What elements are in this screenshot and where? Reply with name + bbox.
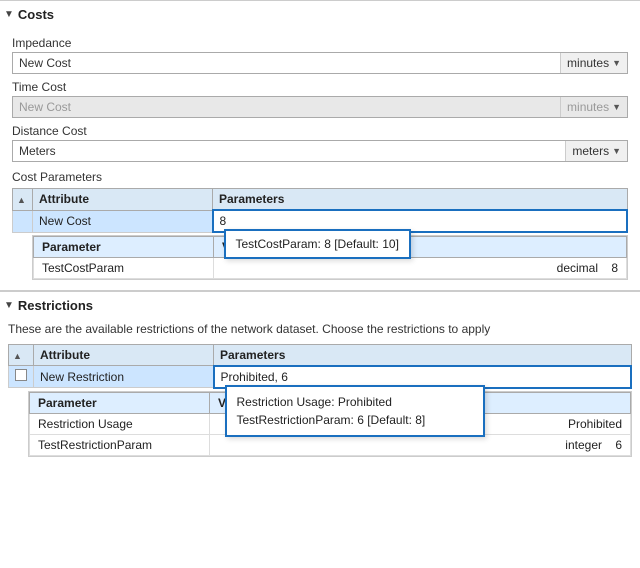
impedance-dropdown-arrow-icon: ▼ [612,58,621,68]
restrictions-tooltip-line2: TestRestrictionParam: 6 [Default: 8] [237,411,473,429]
restrictions-sub-parameter-2: TestRestrictionParam [30,434,210,455]
distance-cost-dropdown-arrow-icon: ▼ [612,146,621,156]
restrictions-description: These are the available restrictions of … [8,321,632,338]
restrictions-sub-parameter-1: Restriction Usage [30,413,210,434]
distance-cost-unit[interactable]: meters ▼ [565,141,627,161]
cost-col-parameters-header: Parameters [213,189,628,211]
restrictions-table-row[interactable]: New Restriction Prohibited, 6 Restrictio… [9,366,632,388]
restrictions-row-checkbox-cell[interactable] [9,366,34,388]
cost-sub-table-row: TestCostParam decimal 8 [34,258,627,279]
cost-col-attribute-header: Attribute [33,189,213,211]
time-cost-dropdown-arrow-icon: ▼ [612,102,621,112]
restrictions-tooltip-popup: Restriction Usage: Prohibited TestRestri… [225,385,485,437]
cost-params-table-wrapper: ▲ Attribute Parameters New Cost 8 [12,188,628,280]
restrictions-sub-value-2: integer 6 [210,434,631,455]
costs-section: ▼ Costs Impedance New Cost minutes ▼ Tim… [0,0,640,286]
costs-header[interactable]: ▼ Costs [0,0,640,26]
cost-tooltip-text: TestCostParam: 8 [Default: 10] [236,237,399,251]
restrictions-col-parameters-header: Parameters [214,344,632,366]
restrictions-chevron-icon: ▼ [4,300,14,311]
impedance-field-row: New Cost minutes ▼ [12,52,628,74]
costs-title: Costs [18,7,54,22]
restrictions-row-attribute: New Restriction [34,366,214,388]
time-cost-unit: minutes ▼ [560,97,627,117]
restrictions-body: These are the available restrictions of … [0,321,640,463]
cost-params-table: ▲ Attribute Parameters New Cost 8 [12,188,628,233]
cost-row-parameters[interactable]: 8 TestCostParam: 8 [Default: 10] [213,210,628,232]
costs-chevron-icon: ▼ [4,9,14,20]
restrictions-row-parameters[interactable]: Prohibited, 6 Restriction Usage: Prohibi… [214,366,632,388]
cost-table-row[interactable]: New Cost 8 TestCostParam: 8 [Default: 10… [13,210,628,232]
cost-sub-value: decimal 8 [214,258,627,279]
cost-row-attribute: New Cost [33,210,213,232]
restrictions-col-attribute-header: Attribute [34,344,214,366]
restrictions-header[interactable]: ▼ Restrictions [0,291,640,317]
restrictions-sort-col[interactable]: ▲ [9,344,34,366]
cost-parameters-label: Cost Parameters [12,170,628,184]
restrictions-tooltip-line1: Restriction Usage: Prohibited [237,393,473,411]
distance-cost-value[interactable]: Meters [13,141,565,161]
restrictions-title: Restrictions [18,298,93,313]
time-cost-field-row: New Cost minutes ▼ [12,96,628,118]
cost-sub-parameter: TestCostParam [34,258,214,279]
restrictions-row-checkbox[interactable] [15,369,27,381]
restrictions-table-wrapper: ▲ Attribute Parameters New Restriction P… [8,344,632,457]
time-cost-label: Time Cost [12,80,628,94]
cost-row-indent [13,210,33,232]
sort-icon: ▲ [17,195,26,205]
restrictions-table: ▲ Attribute Parameters New Restriction P… [8,344,632,389]
restrictions-sort-icon: ▲ [13,351,22,361]
costs-body: Impedance New Cost minutes ▼ Time Cost N… [0,26,640,286]
impedance-value[interactable]: New Cost [13,53,560,73]
restrictions-sub-col-parameter: Parameter [30,392,210,413]
impedance-label: Impedance [12,36,628,50]
impedance-unit[interactable]: minutes ▼ [560,53,627,73]
cost-sub-col-parameter: Parameter [34,237,214,258]
distance-cost-field-row: Meters meters ▼ [12,140,628,162]
restrictions-section: ▼ Restrictions These are the available r… [0,290,640,463]
restrictions-sub-row-2: TestRestrictionParam integer 6 [30,434,631,455]
cost-table-sort-col[interactable]: ▲ [13,189,33,211]
time-cost-placeholder: New Cost [13,97,560,117]
cost-tooltip-popup: TestCostParam: 8 [Default: 10] [224,229,411,259]
distance-cost-label: Distance Cost [12,124,628,138]
